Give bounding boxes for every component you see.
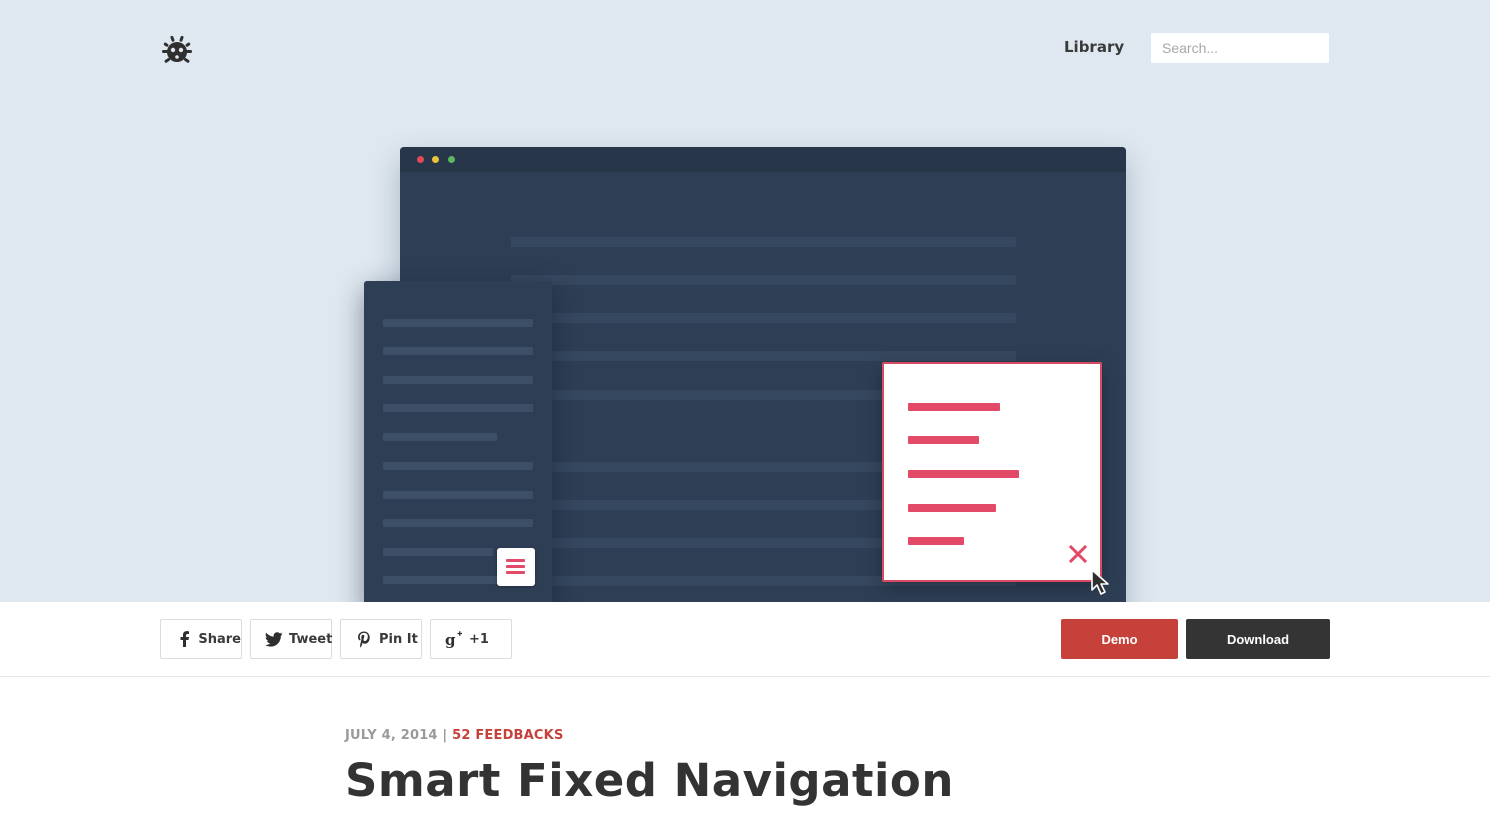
download-button[interactable]: Download (1186, 619, 1330, 659)
page-title: Smart Fixed Navigation (345, 754, 954, 807)
placeholder-line (511, 313, 1016, 323)
placeholder-line (383, 376, 533, 384)
placeholder-line (511, 237, 1016, 247)
placeholder-line (511, 275, 1016, 285)
nav-menu-line (908, 436, 979, 444)
pinterest-pin-button[interactable]: Pin It (340, 619, 422, 659)
navigation-panel-mockup (882, 362, 1102, 582)
facebook-share-label: Share (198, 631, 241, 647)
mobile-mockup (364, 281, 552, 602)
pinterest-icon (355, 630, 373, 648)
window-maximize-dot (448, 156, 455, 163)
demo-button[interactable]: Demo (1061, 619, 1178, 659)
pinterest-pin-label: Pin It (379, 631, 418, 647)
twitter-tweet-label: Tweet (289, 631, 333, 647)
close-icon (1068, 544, 1088, 564)
facebook-icon (175, 630, 192, 648)
bug-icon[interactable] (160, 33, 194, 67)
svg-text:g: g (445, 631, 456, 648)
twitter-icon (265, 630, 283, 648)
placeholder-line (383, 491, 533, 499)
placeholder-line (383, 433, 497, 441)
googleplus-icon: g (445, 630, 463, 648)
placeholder-line (383, 519, 533, 527)
nav-menu-line (908, 470, 1019, 478)
placeholder-line (383, 404, 533, 412)
nav-menu-line (908, 537, 964, 545)
share-bar: Share Tweet Pin It g +1 Demo Download (0, 602, 1490, 677)
nav-library-link[interactable]: Library (1064, 38, 1124, 56)
twitter-tweet-button[interactable]: Tweet (250, 619, 332, 659)
article-date: JULY 4, 2014 (345, 728, 438, 743)
feedbacks-link[interactable]: 52 FEEDBACKS (452, 728, 563, 743)
nav-menu-line (908, 504, 996, 512)
meta-separator: | (442, 728, 448, 743)
hero-section: Library (0, 0, 1490, 602)
window-minimize-dot (432, 156, 439, 163)
search-input[interactable] (1150, 32, 1330, 64)
hamburger-icon (497, 548, 535, 586)
article-meta: JULY 4, 2014 | 52 FEEDBACKS (345, 728, 564, 743)
placeholder-line (383, 462, 533, 470)
facebook-share-button[interactable]: Share (160, 619, 242, 659)
googleplus-button[interactable]: g +1 (430, 619, 512, 659)
cursor-icon (1091, 569, 1109, 595)
placeholder-line (383, 548, 493, 556)
browser-titlebar (400, 147, 1126, 172)
placeholder-line (511, 351, 1016, 361)
nav-menu-line (908, 403, 1000, 411)
googleplus-label: +1 (469, 631, 489, 647)
placeholder-line (383, 347, 533, 355)
window-close-dot (417, 156, 424, 163)
placeholder-line (383, 319, 533, 327)
